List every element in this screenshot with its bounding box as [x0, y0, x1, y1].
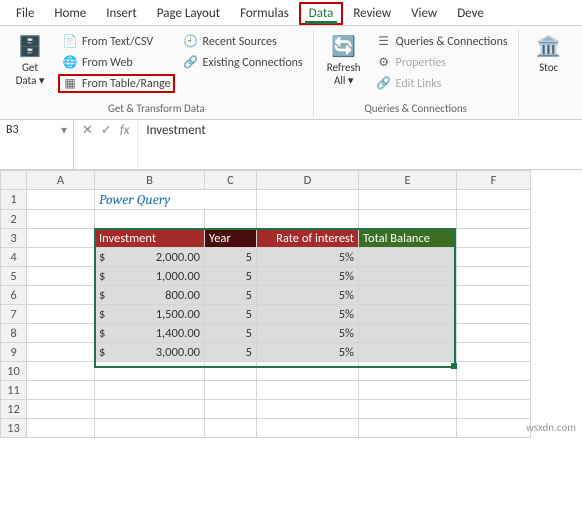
web-icon: 🌐 [62, 55, 78, 70]
database-icon: 🗄️ [18, 34, 43, 59]
formula-bar: B3 ▾ ✕ ✓ fx Investment [0, 120, 582, 170]
spreadsheet-grid[interactable]: A B C D E F 1 Power Query 2 3 Investment… [0, 170, 582, 438]
formula-input[interactable]: Investment [137, 120, 582, 169]
table-row: 12 [1, 400, 531, 419]
queries-connections-button[interactable]: ☰ Queries & Connections [372, 32, 512, 51]
group-label-get-transform: Get & Transform Data [6, 100, 307, 115]
ribbon-tabs: File Home Insert Page Layout Formulas Da… [0, 0, 582, 26]
ribbon: 🗄️ Get Data ▾ 📄 From Text/CSV 🌐 From Web… [0, 26, 582, 120]
row-header[interactable]: 6 [1, 286, 27, 305]
table-icon: ▦ [62, 76, 78, 91]
tab-developer[interactable]: Deve [447, 2, 494, 25]
stocks-button[interactable]: 🏛️ Stoc [525, 32, 573, 100]
from-table-range-button[interactable]: ▦ From Table/Range [58, 74, 175, 93]
text-csv-icon: 📄 [62, 34, 78, 49]
recent-icon: 🕘 [183, 34, 199, 49]
col-header-D[interactable]: D [257, 171, 359, 190]
chevron-down-icon: ▾ [61, 123, 67, 138]
tab-file[interactable]: File [6, 2, 44, 25]
row-header[interactable]: 2 [1, 210, 27, 229]
col-header-A[interactable]: A [27, 171, 95, 190]
row-header[interactable]: 13 [1, 419, 27, 438]
row-header[interactable]: 7 [1, 305, 27, 324]
table-row: 11 [1, 381, 531, 400]
col-header-F[interactable]: F [457, 171, 531, 190]
queries-icon: ☰ [376, 34, 392, 49]
formula-controls: ✕ ✓ fx [74, 120, 137, 169]
get-data-label2: Data ▾ [16, 74, 45, 87]
from-text-csv-button[interactable]: 📄 From Text/CSV [58, 32, 175, 51]
tab-formulas[interactable]: Formulas [230, 2, 299, 25]
col-header-B[interactable]: B [95, 171, 205, 190]
stocks-icon: 🏛️ [536, 34, 561, 59]
table-row: 1 Power Query [1, 190, 531, 210]
col-header-C[interactable]: C [205, 171, 257, 190]
fx-icon[interactable]: fx [120, 123, 130, 138]
name-box[interactable]: B3 ▾ [0, 120, 74, 169]
select-all-corner[interactable] [1, 171, 27, 190]
properties-icon: ⚙ [376, 55, 392, 70]
header-investment: Investment [95, 230, 204, 247]
header-year: Year [205, 230, 256, 247]
tab-home[interactable]: Home [44, 2, 96, 25]
table-row: 9 $3,000.00 5 5% [1, 343, 531, 362]
tab-data[interactable]: Data [299, 2, 344, 25]
page-title: Power Query [95, 190, 256, 209]
from-web-button[interactable]: 🌐 From Web [58, 53, 175, 72]
stocks-label: Stoc [539, 61, 558, 74]
header-rate: Rate of interest [257, 230, 358, 247]
table-row: 3 Investment Year Rate of interest Total… [1, 229, 531, 248]
existing-connections-button[interactable]: 🔗 Existing Connections [179, 53, 307, 72]
edit-links-icon: 🔗 [376, 76, 392, 91]
cancel-icon[interactable]: ✕ [82, 123, 93, 138]
row-header[interactable]: 8 [1, 324, 27, 343]
tab-page-layout[interactable]: Page Layout [147, 2, 230, 25]
row-header[interactable]: 1 [1, 190, 27, 210]
connections-icon: 🔗 [183, 55, 199, 70]
refresh-icon: 🔄 [331, 34, 356, 59]
table-row: 8 $1,400.00 5 5% [1, 324, 531, 343]
table-row: 13 [1, 419, 531, 438]
col-header-E[interactable]: E [359, 171, 457, 190]
row-header[interactable]: 12 [1, 400, 27, 419]
row-header[interactable]: 9 [1, 343, 27, 362]
recent-sources-button[interactable]: 🕘 Recent Sources [179, 32, 307, 51]
row-header[interactable]: 5 [1, 267, 27, 286]
tab-review[interactable]: Review [343, 2, 401, 25]
enter-icon[interactable]: ✓ [101, 123, 112, 138]
group-label-queries: Queries & Connections [320, 100, 512, 115]
table-row: 6 $800.00 5 5% [1, 286, 531, 305]
refresh-label2: All ▾ [334, 74, 353, 87]
table-row: 4 $2,000.00 5 5% [1, 248, 531, 267]
edit-links-button: 🔗 Edit Links [372, 74, 512, 93]
get-data-label1: Get [22, 61, 38, 74]
get-data-button[interactable]: 🗄️ Get Data ▾ [6, 32, 54, 100]
row-header[interactable]: 11 [1, 381, 27, 400]
refresh-all-button[interactable]: 🔄 Refresh All ▾ [320, 32, 368, 100]
watermark: wsxdn.com [526, 421, 576, 434]
properties-button: ⚙ Properties [372, 53, 512, 72]
row-header[interactable]: 10 [1, 362, 27, 381]
table-row: 10 [1, 362, 531, 381]
row-header[interactable]: 4 [1, 248, 27, 267]
refresh-label1: Refresh [327, 61, 361, 74]
table-row: 7 $1,500.00 5 5% [1, 305, 531, 324]
tab-insert[interactable]: Insert [96, 2, 147, 25]
row-header[interactable]: 3 [1, 229, 27, 248]
tab-view[interactable]: View [401, 2, 447, 25]
table-row: 5 $1,000.00 5 5% [1, 267, 531, 286]
table-row: 2 [1, 210, 531, 229]
header-total: Total Balance [359, 230, 456, 247]
